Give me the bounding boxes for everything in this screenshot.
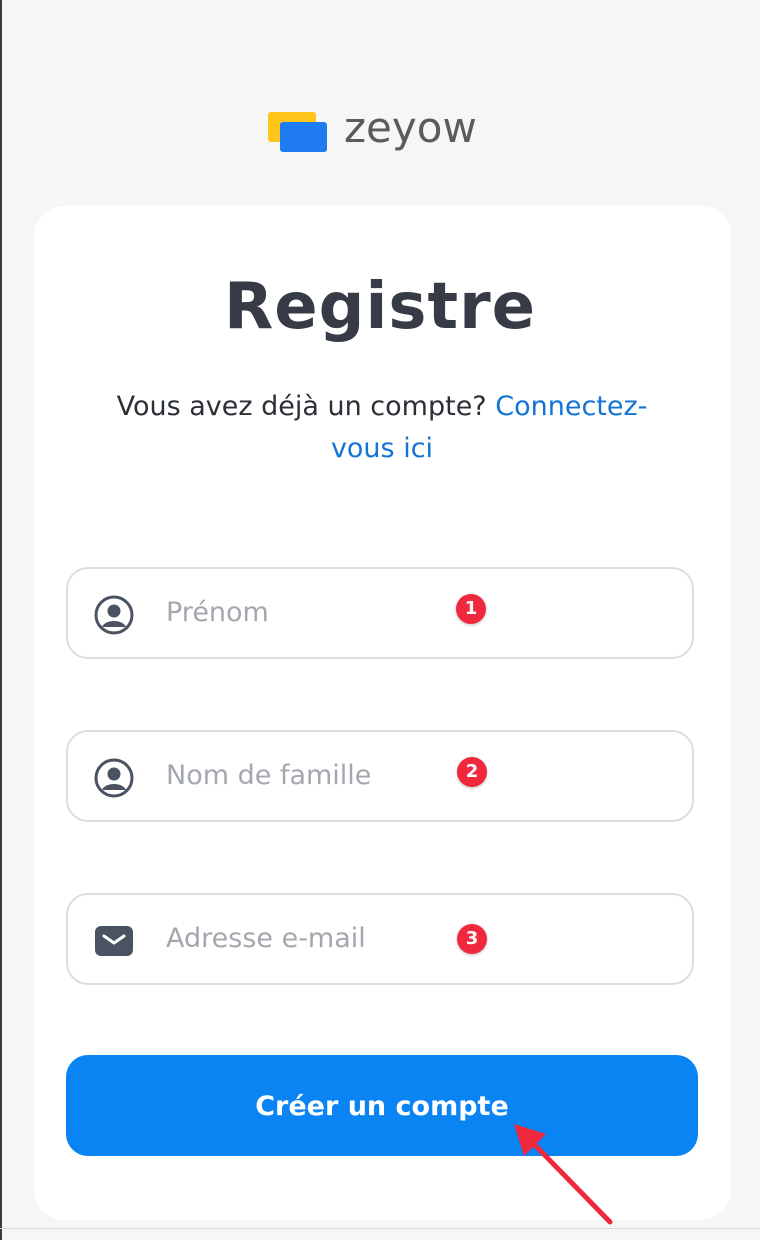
step-badge-2: 2 (457, 757, 487, 787)
user-circle-icon (94, 758, 134, 798)
logo-mark-icon (268, 106, 328, 154)
pointer-arrow-icon (514, 1124, 613, 1225)
login-prompt: Vous avez déjà un compte? Connectez-vous… (70, 386, 694, 470)
email-field[interactable]: Adresse e-mail (66, 893, 694, 985)
step-badge-3: 3 (457, 924, 487, 954)
envelope-icon (95, 926, 133, 956)
page-title: Registre (223, 270, 537, 344)
bottom-divider (0, 1228, 760, 1229)
last-name-field[interactable]: Nom de famille (66, 730, 694, 822)
step-badge-1: 1 (456, 594, 486, 624)
email-placeholder: Adresse e-mail (166, 923, 366, 954)
user-circle-icon (94, 595, 134, 635)
brand-logo: zeyow (268, 104, 477, 156)
brand-name: zeyow (344, 103, 477, 152)
window-edge (0, 0, 2, 1240)
login-prompt-text: Vous avez déjà un compte? (116, 391, 487, 422)
first-name-placeholder: Prénom (166, 597, 269, 628)
last-name-placeholder: Nom de famille (166, 760, 372, 791)
first-name-field[interactable]: Prénom (66, 567, 694, 659)
